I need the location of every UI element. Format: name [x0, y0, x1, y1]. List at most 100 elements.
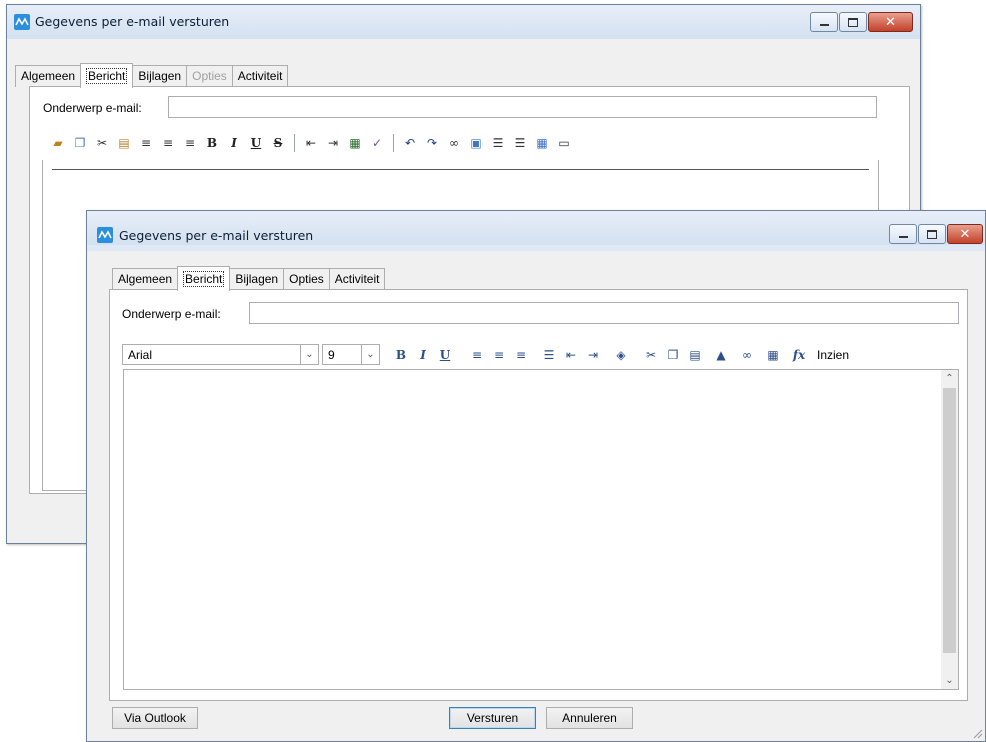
title-bar[interactable]: Gegevens per e-mail versturen ✕: [87, 211, 985, 245]
paste-icon[interactable]: ▤: [116, 135, 132, 151]
subject-input[interactable]: [249, 302, 959, 324]
editor-toolbar: B I U ≡ ≡ ≡ ☰ ⇤ ⇥ ◈ ✂ ❐ ▤ ▲ ∞ ▦ fx Inzie…: [393, 347, 849, 363]
underline-icon[interactable]: U: [248, 135, 264, 151]
resize-grip-icon[interactable]: [971, 727, 983, 739]
tab-algemeen[interactable]: Algemeen: [15, 65, 82, 87]
window-title: Gegevens per e-mail versturen: [35, 14, 230, 29]
align-center-icon[interactable]: ≡: [160, 135, 176, 151]
image-icon[interactable]: ▲: [713, 347, 729, 363]
align-center-icon[interactable]: ≡: [491, 347, 507, 363]
tab-label: Algemeen: [21, 69, 76, 83]
chevron-down-icon: ⌄: [300, 345, 318, 364]
formula-icon[interactable]: fx: [791, 347, 807, 363]
font-family-value: Arial: [128, 348, 153, 362]
subject-label: Onderwerp e-mail:: [122, 307, 221, 321]
tab-label: Bericht: [183, 271, 225, 287]
eraser-icon[interactable]: ▰: [50, 135, 66, 151]
maximize-button[interactable]: [839, 12, 867, 32]
maximize-icon: [927, 229, 937, 239]
spellcheck-icon[interactable]: ✓: [369, 135, 385, 151]
align-left-icon[interactable]: ≡: [469, 347, 485, 363]
link-icon[interactable]: ∞: [739, 347, 755, 363]
copy-icon[interactable]: ❐: [72, 135, 88, 151]
tab-label: Bijlagen: [138, 69, 182, 83]
toolbar-separator: [294, 134, 295, 152]
indent-icon[interactable]: ⇥: [585, 347, 601, 363]
chevron-down-icon: ⌄: [361, 345, 379, 364]
tab-label: Opties: [289, 272, 324, 286]
tab-label: Activiteit: [237, 69, 283, 83]
subject-label: Onderwerp e-mail:: [43, 101, 142, 115]
window-body: Algemeen Bericht Bijlagen Opties Activit…: [87, 251, 985, 741]
cancel-button[interactable]: Annuleren: [546, 707, 633, 729]
close-button[interactable]: ✕: [947, 224, 983, 244]
minimize-button[interactable]: [810, 12, 838, 32]
subject-input[interactable]: [168, 96, 877, 118]
paste-icon[interactable]: ▤: [687, 347, 703, 363]
tab-bijlagen[interactable]: Bijlagen: [132, 65, 188, 87]
app-logo-icon: [14, 14, 30, 30]
email-window-front: Gegevens per e-mail versturen ✕ Algemeen…: [86, 210, 986, 742]
align-right-icon[interactable]: ≡: [513, 347, 529, 363]
numbered-list-icon[interactable]: ☰: [490, 135, 506, 151]
image-icon[interactable]: ▣: [468, 135, 484, 151]
tab-bericht[interactable]: Bericht: [80, 63, 134, 88]
italic-icon[interactable]: I: [226, 135, 242, 151]
vertical-scrollbar[interactable]: ⌃ ⌄: [941, 370, 958, 689]
link-icon[interactable]: ∞: [446, 135, 462, 151]
strikethrough-icon[interactable]: S: [270, 135, 286, 151]
editor-toolbar: ▰ ❐ ✂ ▤ ≡ ≡ ≡ B I U S ⇤ ⇥ ▦ ✓ ↶ ↷ ∞ ▣ ☰ …: [50, 134, 578, 152]
align-right-icon[interactable]: ≡: [182, 135, 198, 151]
tab-activiteit[interactable]: Activiteit: [328, 268, 386, 290]
close-icon: ✕: [959, 226, 971, 242]
scroll-down-icon[interactable]: ⌄: [941, 672, 958, 689]
bullet-list-icon[interactable]: ☰: [512, 135, 528, 151]
table-icon[interactable]: ▦: [765, 347, 781, 363]
horizontal-rule-icon[interactable]: ▭: [556, 135, 572, 151]
align-left-icon[interactable]: ≡: [138, 135, 154, 151]
send-button[interactable]: Versturen: [449, 707, 536, 729]
close-button[interactable]: ✕: [868, 12, 913, 32]
title-bar[interactable]: Gegevens per e-mail versturen ✕: [7, 5, 920, 39]
undo-icon[interactable]: ↶: [402, 135, 418, 151]
scroll-thumb[interactable]: [943, 388, 956, 653]
tab-bericht[interactable]: Bericht: [177, 266, 231, 291]
font-size-select[interactable]: 9 ⌄: [322, 344, 380, 365]
tab-strip: Algemeen Bericht Bijlagen Opties Activit…: [112, 265, 386, 291]
message-editor[interactable]: ⌃ ⌄: [123, 369, 959, 690]
bold-icon[interactable]: B: [393, 347, 409, 363]
tab-label: Algemeen: [118, 272, 173, 286]
maximize-button[interactable]: [918, 224, 946, 244]
font-family-select[interactable]: Arial ⌄: [122, 344, 319, 365]
bold-icon[interactable]: B: [204, 135, 220, 151]
minimize-button[interactable]: [889, 224, 917, 244]
via-outlook-button[interactable]: Via Outlook: [112, 707, 198, 729]
outdent-icon[interactable]: ⇤: [303, 135, 319, 151]
cut-icon[interactable]: ✂: [643, 347, 659, 363]
scroll-up-icon[interactable]: ⌃: [941, 370, 958, 387]
maximize-icon: [848, 17, 858, 27]
toolbar-separator: [393, 134, 394, 152]
underline-icon[interactable]: U: [437, 347, 453, 363]
bullet-list-icon[interactable]: ☰: [541, 347, 557, 363]
tab-strip: Algemeen Bericht Bijlagen Opties Activit…: [15, 62, 289, 88]
font-color-icon[interactable]: ▦: [347, 135, 363, 151]
tab-label: Opties: [192, 69, 227, 83]
tab-label: Bericht: [86, 68, 128, 84]
cut-icon[interactable]: ✂: [94, 135, 110, 151]
table-icon[interactable]: ▦: [534, 135, 550, 151]
tab-bijlagen[interactable]: Bijlagen: [229, 268, 285, 290]
paint-bucket-icon[interactable]: ◈: [613, 347, 629, 363]
font-size-value: 9: [328, 348, 335, 362]
tab-activiteit[interactable]: Activiteit: [231, 65, 289, 87]
tab-opties[interactable]: Opties: [283, 268, 330, 290]
redo-icon[interactable]: ↷: [424, 135, 440, 151]
indent-icon[interactable]: ⇥: [325, 135, 341, 151]
insert-view-button[interactable]: Inzien: [817, 348, 849, 362]
minimize-icon: [819, 23, 829, 26]
outdent-icon[interactable]: ⇤: [563, 347, 579, 363]
app-logo-icon: [97, 227, 113, 243]
italic-icon[interactable]: I: [415, 347, 431, 363]
copy-icon[interactable]: ❐: [665, 347, 681, 363]
tab-algemeen[interactable]: Algemeen: [112, 268, 179, 290]
